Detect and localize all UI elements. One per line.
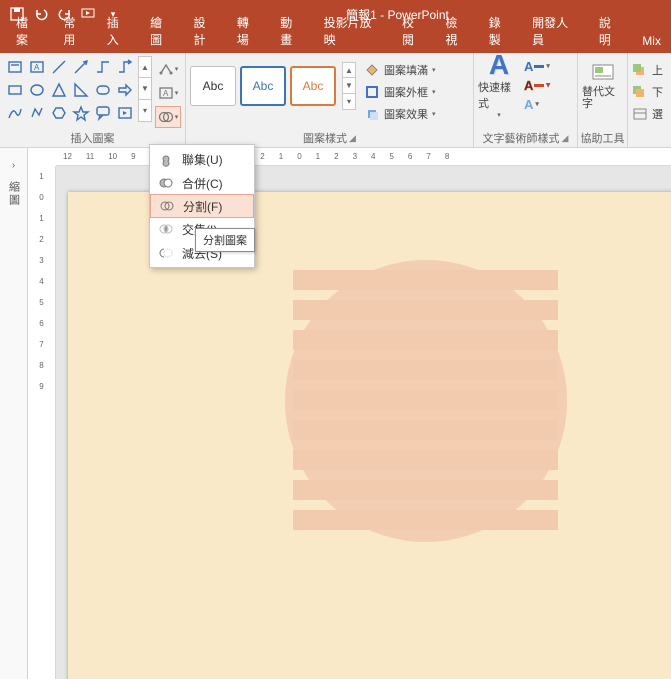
shape-curve-icon[interactable] bbox=[4, 102, 25, 124]
intersect-icon bbox=[158, 221, 174, 237]
tab-transitions[interactable]: 轉場 bbox=[227, 10, 270, 53]
shape-callout-icon[interactable] bbox=[92, 102, 113, 124]
selection-pane-icon bbox=[632, 107, 648, 121]
shape-hexagon-icon[interactable] bbox=[48, 102, 69, 124]
style-gallery[interactable]: Abc Abc Abc ▲ ▼ ▾ bbox=[190, 56, 356, 110]
style-down-icon[interactable]: ▼ bbox=[342, 78, 356, 94]
style-more-icon[interactable]: ▾ bbox=[342, 94, 356, 110]
edit-shape-button[interactable]: ▾ bbox=[155, 58, 181, 80]
group-label: 協助工具 bbox=[581, 130, 625, 146]
combine-icon bbox=[158, 175, 174, 191]
group-label: 文字藝術師樣式 bbox=[483, 130, 560, 146]
vertical-ruler: 10123456789 bbox=[28, 166, 56, 679]
thumbnail-pane-collapsed: › 縮圖 bbox=[0, 148, 28, 679]
shapes-gallery-scroll: ▲ ▼ ▾ bbox=[138, 56, 152, 122]
shape-textbox2-icon[interactable]: A bbox=[26, 56, 47, 78]
tab-insert[interactable]: 插入 bbox=[97, 10, 140, 53]
union-icon bbox=[158, 151, 174, 167]
shape-effects-button[interactable]: 圖案效果▾ bbox=[362, 103, 438, 124]
gallery-more-icon[interactable]: ▾ bbox=[138, 100, 152, 122]
menu-combine[interactable]: 合併(C) bbox=[150, 171, 254, 195]
group-insert-shapes: A bbox=[0, 53, 186, 147]
shape-rect-icon[interactable] bbox=[4, 79, 25, 101]
group-label: 圖案樣式 bbox=[303, 130, 347, 146]
shape-triangle-icon[interactable] bbox=[48, 79, 69, 101]
send-backward-button[interactable]: 下 bbox=[632, 81, 663, 102]
style-preset-3[interactable]: Abc bbox=[290, 66, 336, 106]
alt-text-button[interactable]: 替代文字 bbox=[582, 56, 623, 116]
shapes-gallery[interactable]: A bbox=[4, 56, 136, 124]
group-wordart: A 快速樣式 ▾ A▾ A▾ A▾ 文字藝術師樣式◢ bbox=[474, 53, 578, 147]
shape-textbox-icon[interactable] bbox=[4, 56, 25, 78]
style-preset-1[interactable]: Abc bbox=[190, 66, 236, 106]
group-arrange: 上 下 選 bbox=[628, 53, 671, 147]
group-label: 插入圖案 bbox=[71, 130, 115, 146]
shape-selection[interactable] bbox=[293, 270, 558, 538]
text-fill-button[interactable]: A▾ bbox=[524, 57, 552, 75]
tab-home[interactable]: 常用 bbox=[53, 10, 96, 53]
thumbnail-label: 縮圖 bbox=[6, 181, 22, 207]
tab-file[interactable]: 檔案 bbox=[6, 10, 53, 53]
text-effects-button[interactable]: A▾ bbox=[524, 95, 552, 113]
svg-text:A: A bbox=[34, 63, 40, 72]
ribbon: A bbox=[0, 53, 671, 148]
shape-connector-icon[interactable] bbox=[92, 56, 113, 78]
shape-connector-arrow-icon[interactable] bbox=[114, 56, 135, 78]
tab-view[interactable]: 檢視 bbox=[435, 10, 478, 53]
bring-forward-button[interactable]: 上 bbox=[632, 59, 663, 80]
dialog-launcher-icon[interactable]: ◢ bbox=[562, 133, 569, 144]
quick-styles-button[interactable]: A 快速樣式 ▾ bbox=[478, 57, 520, 113]
group-shape-styles: Abc Abc Abc ▲ ▼ ▾ 圖案填滿▾ 圖案外框▾ 圖案效果▾ 圖案樣式… bbox=[186, 53, 474, 147]
tooltip: 分割圖案 bbox=[195, 228, 255, 252]
send-backward-icon bbox=[632, 85, 648, 99]
subtract-icon bbox=[158, 245, 174, 261]
expand-chevron-icon[interactable]: › bbox=[12, 160, 15, 171]
text-outline-button[interactable]: A▾ bbox=[524, 76, 552, 94]
shape-format-column: 圖案填滿▾ 圖案外框▾ 圖案效果▾ bbox=[362, 56, 438, 124]
tab-record[interactable]: 錄製 bbox=[479, 10, 522, 53]
shape-oval-icon[interactable] bbox=[26, 79, 47, 101]
wordart-A-icon: A bbox=[489, 51, 509, 79]
shape-arrow-line-icon[interactable] bbox=[70, 56, 91, 78]
tab-review[interactable]: 校閱 bbox=[392, 10, 435, 53]
menu-union[interactable]: 聯集(U) bbox=[150, 147, 254, 171]
shape-fill-button[interactable]: 圖案填滿▾ bbox=[362, 59, 438, 80]
shape-outline-button[interactable]: 圖案外框▾ bbox=[362, 81, 438, 102]
style-up-icon[interactable]: ▲ bbox=[342, 62, 356, 78]
gallery-down-icon[interactable]: ▼ bbox=[138, 78, 152, 100]
merge-shapes-button[interactable]: ▾ bbox=[155, 106, 181, 128]
gallery-up-icon[interactable]: ▲ bbox=[138, 56, 152, 78]
shape-arrow-right-icon[interactable] bbox=[114, 79, 135, 101]
tab-animations[interactable]: 動畫 bbox=[270, 10, 313, 53]
tab-help[interactable]: 說明 bbox=[589, 10, 632, 53]
shape-flowstart-icon[interactable] bbox=[92, 79, 113, 101]
shape-line-icon[interactable] bbox=[48, 56, 69, 78]
text-box-button[interactable]: A▾ bbox=[155, 82, 181, 104]
style-preset-2[interactable]: Abc bbox=[240, 66, 286, 106]
tab-draw[interactable]: 繪圖 bbox=[140, 10, 183, 53]
svg-text:A: A bbox=[163, 89, 169, 98]
shape-star-icon[interactable] bbox=[70, 102, 91, 124]
tab-slideshow[interactable]: 投影片放映 bbox=[314, 10, 392, 53]
selection-pane-button[interactable]: 選 bbox=[632, 103, 663, 124]
shape-freeform-icon[interactable] bbox=[26, 102, 47, 124]
shape-rt-triangle-icon[interactable] bbox=[70, 79, 91, 101]
tab-design[interactable]: 設計 bbox=[184, 10, 227, 53]
shape-action-icon[interactable] bbox=[114, 102, 135, 124]
fragment-icon bbox=[159, 198, 175, 214]
group-accessibility: 替代文字 協助工具 bbox=[578, 53, 628, 147]
alt-text-icon bbox=[591, 62, 615, 84]
tab-developer[interactable]: 開發人員 bbox=[522, 10, 589, 53]
menu-fragment[interactable]: 分割(F) bbox=[150, 194, 254, 218]
ribbon-tabs: 檔案 常用 插入 繪圖 設計 轉場 動畫 投影片放映 校閱 檢視 錄製 開發人員… bbox=[0, 28, 671, 53]
edit-shape-column: ▾ A▾ ▾ bbox=[155, 56, 181, 128]
bring-forward-icon bbox=[632, 63, 648, 77]
tab-mix[interactable]: Mix bbox=[632, 30, 671, 53]
dialog-launcher-icon[interactable]: ◢ bbox=[349, 133, 356, 144]
shape-circle[interactable] bbox=[285, 260, 567, 542]
